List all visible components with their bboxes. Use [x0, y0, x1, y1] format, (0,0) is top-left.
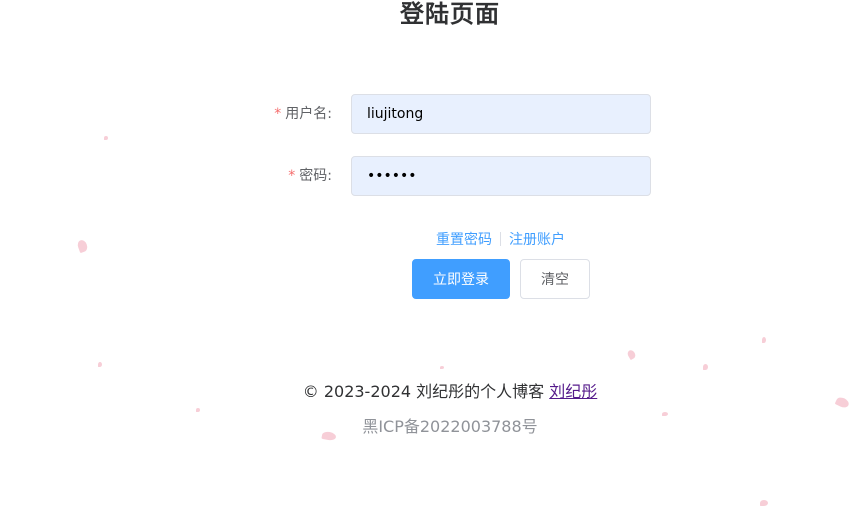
- petal-decoration: [98, 362, 102, 367]
- copyright-line: © 2023-2024 刘纪彤的个人博客 刘纪彤: [0, 378, 867, 402]
- login-page: 登陆页面 *用户名: *密码: 重置密码注册账户 立即登录 清空 © 2023-…: [0, 0, 867, 508]
- petal-decoration: [440, 366, 444, 369]
- username-label-text: 用户名:: [285, 106, 332, 122]
- petal-decoration: [760, 500, 768, 506]
- petal-decoration: [626, 348, 637, 361]
- author-link[interactable]: 刘纪彤: [549, 382, 597, 401]
- password-label-text: 密码:: [299, 168, 332, 184]
- page-title: 登陆页面: [400, 0, 500, 28]
- reset-password-link[interactable]: 重置密码: [436, 232, 492, 248]
- link-divider: [500, 232, 501, 246]
- username-label: * 用户名:: [240, 94, 332, 134]
- password-form-item: * 密码:: [240, 156, 660, 196]
- clear-button[interactable]: 清空: [520, 259, 590, 299]
- petal-decoration: [104, 136, 108, 140]
- auth-links: 重置密码 注册账户: [436, 229, 565, 249]
- petal-decoration: [703, 364, 708, 370]
- password-label: * 密码:: [240, 156, 332, 196]
- username-input[interactable]: [351, 94, 651, 134]
- required-mark: *: [274, 106, 282, 122]
- petal-decoration: [76, 238, 89, 254]
- register-link[interactable]: 注册账户: [509, 232, 565, 248]
- password-input[interactable]: [351, 156, 651, 196]
- petal-decoration: [762, 337, 766, 343]
- required-mark: *: [288, 168, 296, 184]
- copyright-text: © 2023-2024 刘纪彤的个人博客: [302, 382, 550, 401]
- username-form-item: * 用户名:: [240, 94, 660, 134]
- login-button[interactable]: 立即登录: [412, 259, 510, 299]
- icp-record[interactable]: 黑ICP备2022003788号: [0, 413, 867, 437]
- petal-decoration: [196, 408, 200, 412]
